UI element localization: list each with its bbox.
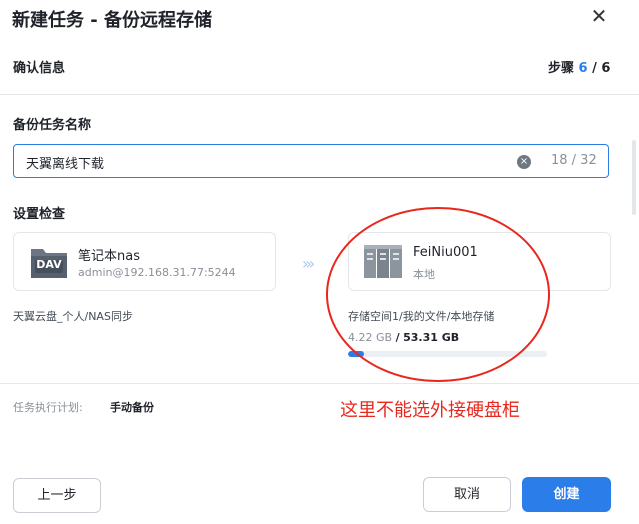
task-name-label: 备份任务名称 [13, 118, 92, 133]
source-address: admin@192.168.31.77:5244 [78, 266, 236, 279]
cancel-button[interactable]: 取消 [423, 477, 511, 512]
dav-badge: DAV [36, 258, 62, 271]
confirm-section-label: 确认信息 [13, 61, 66, 76]
arrow-icon: ››› [302, 254, 315, 273]
prev-step-button[interactable]: 上一步 [13, 478, 101, 513]
dav-folder-icon: DAV [29, 243, 69, 285]
close-icon[interactable]: ✕ [590, 6, 608, 26]
divider [0, 383, 639, 384]
source-title: 笔记本nas [78, 249, 140, 264]
step-current: 6 [578, 61, 588, 76]
clear-icon[interactable]: × [517, 155, 531, 169]
scrollbar[interactable] [632, 140, 636, 215]
char-count: 18 / 32 [551, 153, 597, 168]
step-prefix: 步骤 [548, 61, 575, 76]
divider [0, 94, 639, 95]
step-indicator: 步骤 6 / 6 [548, 57, 610, 76]
annotation-ellipse [326, 207, 550, 382]
create-button[interactable]: 创建 [522, 477, 611, 512]
settings-check-label: 设置检查 [13, 207, 66, 222]
dialog-title: 新建任务 - 备份远程存储 [12, 10, 213, 31]
task-name-input[interactable]: 天翼离线下载 × 18 / 32 [13, 144, 609, 178]
step-total: 6 [601, 61, 611, 76]
schedule-label: 任务执行计划: [13, 401, 83, 414]
source-card: DAV 笔记本nas admin@192.168.31.77:5244 [13, 232, 276, 291]
source-path: 天翼云盘_个人/NAS同步 [13, 310, 133, 323]
task-name-value[interactable]: 天翼离线下载 [26, 153, 104, 172]
step-separator: / [592, 61, 597, 76]
annotation-text: 这里不能选外接硬盘柜 [340, 400, 520, 421]
schedule-value: 手动备份 [110, 401, 154, 414]
